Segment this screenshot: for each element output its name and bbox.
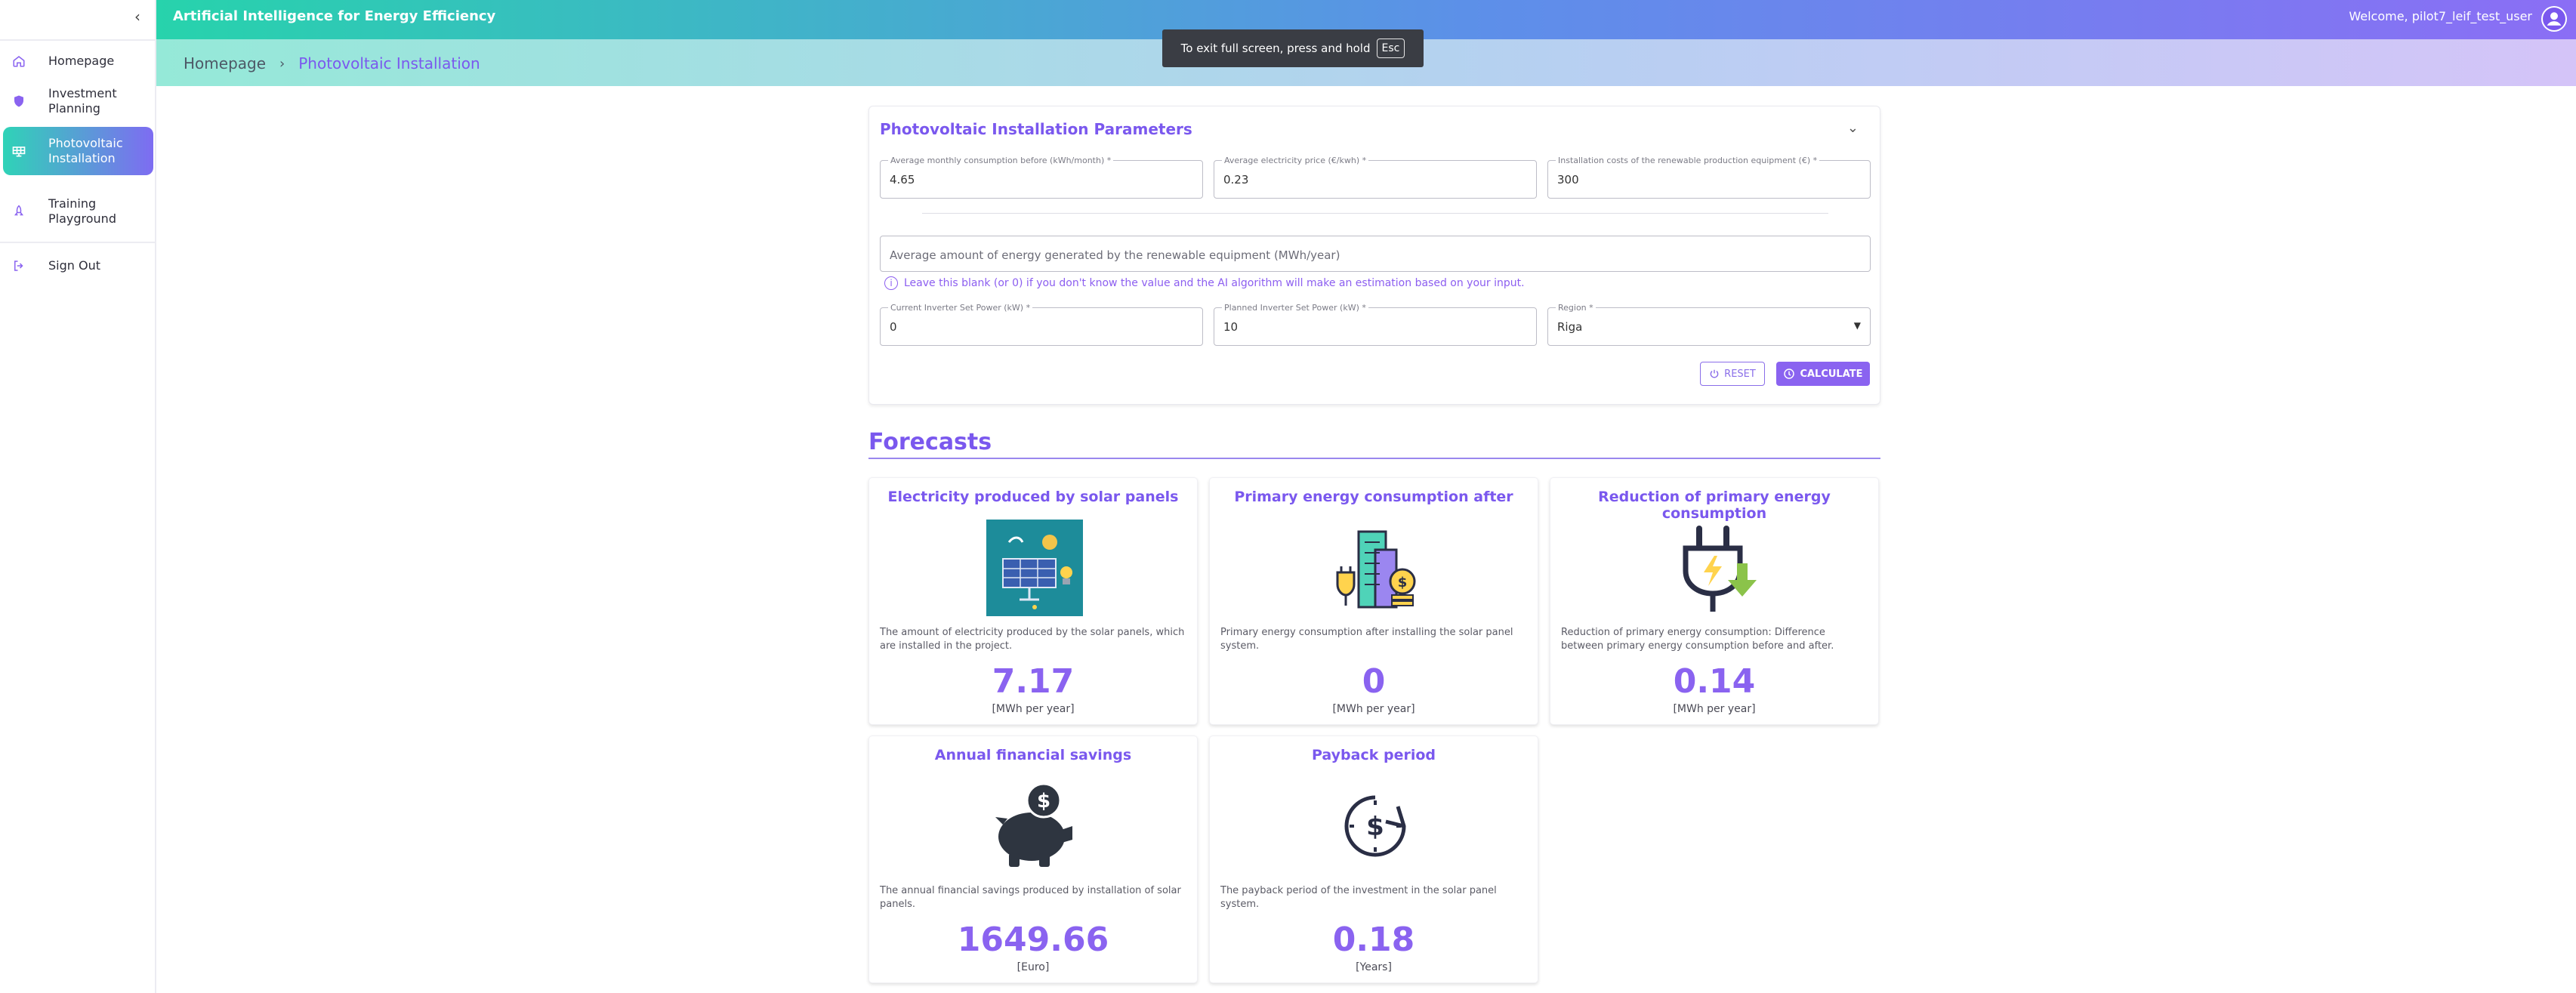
card-unit: [MWh per year] (992, 703, 1075, 715)
svg-text:$: $ (1366, 812, 1384, 842)
forecasts-title: Forecasts (868, 429, 992, 455)
sidebar-item-label: Homepage (48, 54, 115, 68)
current-inverter-input[interactable] (890, 319, 1193, 335)
card-description: The payback period of the investment in … (1220, 885, 1497, 910)
dropdown-arrow-icon: ▼ (1853, 320, 1861, 331)
shield-icon (11, 93, 27, 109)
forecast-card-reduction: Reduction of primary energy consumption … (1550, 477, 1879, 725)
breadcrumb-separator: › (279, 55, 285, 72)
energy-generated-input[interactable] (890, 247, 1861, 264)
reset-label: RESET (1724, 368, 1756, 380)
installation-costs-input[interactable] (1557, 171, 1861, 188)
sidebar-item-label: Investment Planning (48, 86, 117, 116)
forecasts-divider (868, 458, 1880, 459)
monthly-consumption-input[interactable] (890, 171, 1193, 188)
card-description: The amount of electricity produced by th… (880, 627, 1185, 652)
payback-clock-illustration-icon: $ (1327, 778, 1424, 874)
card-unit: [Euro] (1017, 961, 1050, 973)
home-icon (11, 53, 27, 69)
avatar[interactable] (2541, 6, 2567, 32)
parameters-panel: Photovoltaic Installation Parameters ⌄ A… (868, 106, 1880, 405)
installation-costs-field: Installation costs of the renewable prod… (1547, 156, 1871, 199)
sidebar-item-label: Photovoltaic Installation (48, 136, 123, 165)
welcome-text: Welcome, pilot7_leif_test_user (2349, 9, 2532, 23)
card-unit: [Years] (1356, 961, 1392, 973)
monthly-consumption-label: Average monthly consumption before (kWh/… (888, 156, 1114, 165)
sidebar-divider (0, 39, 155, 41)
sidebar: ‹ Homepage Investment Planning Photovolt… (0, 0, 156, 993)
current-inverter-label: Current Inverter Set Power (kW) * (888, 303, 1033, 313)
card-description: The annual financial savings produced by… (880, 885, 1181, 910)
city-energy-cost-illustration-icon: $ (1327, 520, 1424, 616)
sidebar-item-label: Sign Out (48, 258, 100, 273)
card-title: Payback period (1312, 747, 1436, 763)
current-inverter-field: Current Inverter Set Power (kW) * (880, 303, 1203, 346)
reset-button[interactable]: RESET (1700, 362, 1765, 386)
sidebar-item-investment-planning[interactable]: Investment Planning (0, 85, 155, 118)
breadcrumb-current: Photovoltaic Installation (298, 54, 480, 72)
fullscreen-toast-text: To exit full screen, press and hold (1180, 42, 1371, 55)
fullscreen-exit-toast: To exit full screen, press and hold Esc (1162, 29, 1424, 67)
card-unit: [MWh per year] (1673, 703, 1756, 715)
planned-inverter-label: Planned Inverter Set Power (kW) * (1222, 303, 1368, 313)
info-icon: i (884, 276, 898, 290)
region-value[interactable] (1557, 319, 1861, 335)
hint-text: Leave this blank (or 0) if you don't kno… (904, 277, 1525, 289)
piggy-bank-illustration-icon: $ (986, 778, 1083, 874)
sidebar-item-sign-out[interactable]: Sign Out (0, 254, 155, 277)
solar-panel-icon (11, 143, 27, 159)
sidebar-item-homepage[interactable]: Homepage (0, 50, 155, 72)
region-select[interactable]: Region * ▼ (1547, 303, 1871, 346)
card-value: 0 (1362, 662, 1386, 701)
forecast-card-electricity: Electricity produced by solar panels The… (868, 477, 1198, 725)
card-title: Reduction of primary energy consumption (1598, 489, 1831, 522)
planned-inverter-input[interactable] (1223, 319, 1527, 335)
sidebar-item-training-playground[interactable]: Training Playground (0, 195, 155, 228)
sidebar-item-photovoltaic-installation[interactable]: Photovoltaic Installation (3, 127, 153, 175)
card-value: 0.14 (1673, 662, 1756, 701)
card-value: 7.17 (992, 662, 1075, 701)
installation-costs-label: Installation costs of the renewable prod… (1556, 156, 1820, 165)
parameters-title: Photovoltaic Installation Parameters (880, 120, 1192, 138)
app-title: Artificial Intelligence for Energy Effic… (173, 8, 496, 24)
solar-panel-illustration-icon (986, 520, 1083, 616)
power-icon (1710, 369, 1719, 378)
card-value: 0.18 (1332, 921, 1415, 959)
forecast-card-primary-consumption: Primary energy consumption after $ Prima… (1209, 477, 1538, 725)
sidebar-divider (0, 242, 155, 243)
calculate-button[interactable]: CALCULATE (1776, 362, 1870, 386)
monthly-consumption-field: Average monthly consumption before (kWh/… (880, 156, 1203, 199)
energy-generated-field (880, 236, 1871, 272)
card-description: Reduction of primary energy consumption:… (1561, 627, 1834, 652)
calculate-icon (1784, 369, 1795, 379)
electricity-price-input[interactable] (1223, 171, 1527, 188)
user-icon (2543, 8, 2565, 30)
calculate-label: CALCULATE (1800, 368, 1863, 380)
fullscreen-toast-key: Esc (1376, 39, 1405, 58)
collapse-sidebar-button[interactable]: ‹ (128, 8, 147, 26)
card-unit: [MWh per year] (1332, 703, 1415, 715)
region-label: Region * (1556, 303, 1596, 313)
card-description: Primary energy consumption after install… (1220, 627, 1513, 652)
breadcrumb: Homepage › Photovoltaic Installation (184, 54, 480, 72)
chevron-down-icon[interactable]: ⌄ (1847, 120, 1859, 136)
sign-out-icon (11, 258, 27, 274)
planned-inverter-field: Planned Inverter Set Power (kW) * (1214, 303, 1537, 346)
electricity-price-label: Average electricity price (€/kwh) * (1222, 156, 1369, 165)
forecast-card-financial-savings: Annual financial savings $ The annual fi… (868, 735, 1198, 983)
electricity-price-field: Average electricity price (€/kwh) * (1214, 156, 1537, 199)
svg-text:$: $ (1398, 575, 1408, 591)
card-title: Primary energy consumption after (1234, 489, 1513, 505)
energy-estimation-hint: i Leave this blank (or 0) if you don't k… (884, 276, 1525, 290)
rocket-icon (11, 203, 27, 220)
forecast-card-payback-period: Payback period $ The payback period of t… (1209, 735, 1538, 983)
sidebar-item-label: Training Playground (48, 196, 116, 226)
card-value: 1649.66 (957, 921, 1109, 959)
card-title: Annual financial savings (934, 747, 1132, 763)
plug-reduction-illustration-icon (1667, 520, 1764, 616)
section-divider (922, 213, 1828, 214)
card-title: Electricity produced by solar panels (887, 489, 1179, 505)
svg-text:$: $ (1037, 790, 1050, 813)
breadcrumb-home-link[interactable]: Homepage (184, 54, 266, 72)
